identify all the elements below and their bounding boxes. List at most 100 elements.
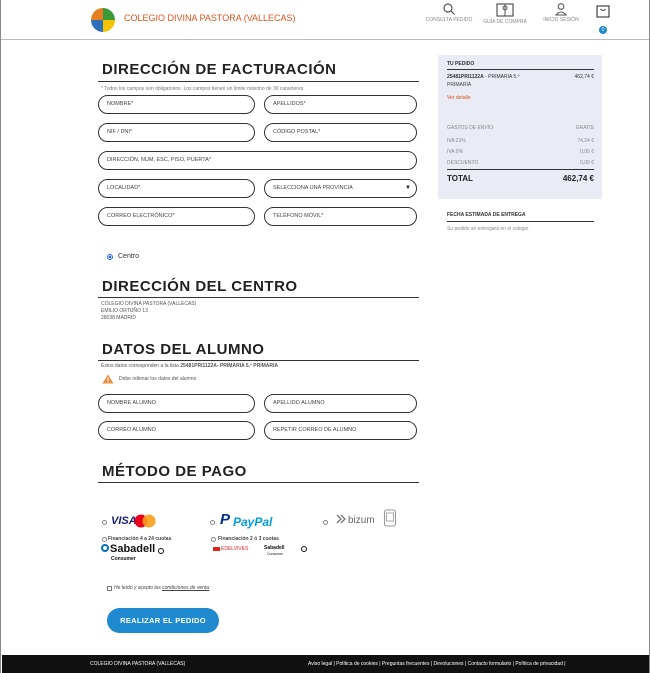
paypal-p-logo: P [220, 511, 231, 528]
school-name[interactable]: COLEGIO DIVINA PASTORA (VALLECAS) [124, 13, 296, 23]
list-name: 25481PRI1122A- PRIMARIA 5.º PRIMARIA [180, 363, 279, 369]
billing-title: DIRECCIÓN DE FACTURACIÓN [102, 61, 337, 78]
student-warning: Debe rellenar los datos del alumno [119, 376, 197, 382]
correo-field[interactable]: CORREO ELECTRÓNICO* [98, 207, 255, 226]
billing-divider [98, 81, 419, 82]
summary-item: 25481PRI1122A - PRIMARIA 5.º [447, 74, 519, 80]
terms-prefix: He leído y acepto las [114, 585, 161, 591]
mastercard-icon [134, 514, 156, 528]
total-value: 462,74 € [562, 174, 594, 183]
shipping-cost-value: GRATIS [575, 125, 594, 131]
total-divider [447, 169, 594, 170]
bizum-radio[interactable] [323, 520, 328, 525]
iva21-label: IVA 21% [447, 138, 466, 144]
localidad-field[interactable]: LOCALIDAD* [98, 179, 255, 198]
summary-item-desc2: PRIMARIA [447, 82, 472, 88]
paypal-logo: PayPal [233, 515, 273, 529]
sabadell-logo-icon [101, 544, 109, 552]
cart-count-badge: 0 [599, 26, 607, 34]
summary-item-code: 25481PRI1122A [447, 74, 484, 80]
centro-radio[interactable] [107, 254, 113, 260]
terms-label: He leído y acepto las condiciones de ven… [114, 585, 209, 592]
student-apellido-field[interactable]: APELLIDO ALUMNO [264, 394, 417, 413]
apellidos-field[interactable]: APELLIDOS* [264, 95, 417, 114]
site-footer: COLEGIO DIVINA PASTORA (VALLECAS) Aviso … [2, 655, 649, 673]
bizum-logo-icon [336, 514, 346, 524]
edelvives-logo: EDELVIVES [221, 546, 249, 552]
visa-radio[interactable] [102, 520, 107, 525]
delivery-title: FECHA ESTIMADA DE ENTREGA [447, 212, 526, 218]
nav-guia-compra[interactable]: GUÍA DE COMPRA [477, 2, 533, 25]
center-divider [98, 297, 419, 298]
center-line2: EMILIO ORTUÑO 13 [101, 308, 148, 314]
edelvives-icon [213, 547, 220, 551]
nav-inicio-sesion[interactable]: INICIO SESIÓN [533, 2, 589, 23]
centro-label: Centro [118, 253, 140, 260]
nav-label: CONSULTA PEDIDO [425, 17, 473, 23]
summary-divider [447, 69, 594, 70]
student-divider [98, 360, 419, 361]
nav-consulta-pedido[interactable]: CONSULTA PEDIDO [421, 2, 477, 23]
nombre-field[interactable]: NOMBRE* [98, 95, 255, 114]
payment-title: MÉTODO DE PAGO [102, 463, 247, 480]
checkout-page: COLEGIO DIVINA PASTORA (VALLECAS) CONSUL… [0, 0, 650, 673]
school-logo[interactable] [91, 8, 115, 32]
bizum-logo: bizum [348, 515, 375, 526]
bizum-phone-icon [383, 509, 397, 527]
shipping-cost-label: GASTOS DE ENVÍO [447, 125, 494, 131]
submit-order-button[interactable]: REALIZAR EL PEDIDO [107, 608, 219, 633]
sabadell-consumer-label: Consumer [111, 556, 136, 562]
summary-title: TU PEDIDO [447, 61, 475, 67]
footer-links[interactable]: Aviso legal | Política de cookies | Preg… [308, 661, 566, 667]
paypal-radio[interactable] [210, 520, 215, 525]
nif-field[interactable]: NIF / DNI* [98, 123, 255, 142]
terms-checkbox[interactable] [107, 586, 112, 591]
sabadell-small-consumer: Consumer [267, 552, 284, 556]
iva21-value: 74,24 € [577, 138, 594, 144]
book-icon [496, 3, 514, 17]
provincia-select[interactable]: SELECCIONA UNA PROVINCIA ▼ [264, 179, 417, 198]
sabadell-o-icon [158, 548, 164, 554]
summary-item-price: 462,74 € [574, 74, 594, 80]
iva0-value: 0,00 € [580, 149, 594, 155]
student-correo-field[interactable]: CORREO ALUMNO [98, 421, 255, 440]
discount-label: DESCUENTO [447, 160, 479, 166]
iva0-label: IVA 0% [447, 149, 464, 155]
nav-label: INICIO SESIÓN [543, 17, 579, 23]
financiacion-2-3-label: Financiación 2 ó 3 cuotas [218, 536, 279, 542]
discount-value: 0,00 € [580, 160, 594, 166]
financiacion-2-3-radio[interactable] [211, 537, 216, 542]
student-title: DATOS DEL ALUMNO [102, 341, 265, 358]
financiacion-4-24-label: Financiación 4 a 24 cuotas [108, 536, 172, 542]
center-line1: COLEGIO DIVINA PASTORA (VALLECAS) [101, 301, 197, 307]
nav-label: GUÍA DE COMPRA [483, 19, 527, 25]
total-label: TOTAL [447, 174, 473, 183]
billing-note: * Todos los campos son obligatorios. Los… [101, 86, 305, 92]
sabadell-small-o-icon [301, 546, 307, 552]
user-icon [554, 3, 568, 16]
provincia-select-value: SELECCIONA UNA PROVINCIA [273, 185, 353, 191]
center-line3: 28038 MADRID [101, 315, 137, 321]
delivery-divider [447, 221, 594, 222]
sabadell-logo: Sabadell [110, 543, 156, 555]
student-repetir-correo-field[interactable]: REPETIR CORREO DE ALUMNO [264, 421, 417, 440]
center-title: DIRECCIÓN DEL CENTRO [102, 278, 298, 295]
detail-link[interactable]: Ver detalle [447, 95, 471, 101]
direccion-field[interactable]: DIRECCIÓN, NUM, ESC, PISO, PUERTA* [98, 151, 417, 170]
search-icon [443, 3, 455, 15]
student-list-info: Estos datos corresponden a la lista 2548… [101, 363, 278, 370]
terms-link[interactable]: condiciones de venta [162, 585, 209, 591]
order-summary: TU PEDIDO 25481PRI1122A - PRIMARIA 5.º P… [438, 55, 602, 199]
list-prefix: Estos datos corresponden a la lista [101, 363, 179, 369]
financiacion-4-24-radio[interactable] [102, 537, 107, 542]
cart-icon[interactable] [596, 3, 610, 19]
warning-icon [102, 374, 114, 384]
telefono-field[interactable]: TELÉFONO MÓVIL* [264, 207, 417, 226]
summary-item-desc: - PRIMARIA 5.º [485, 74, 520, 80]
codigo-postal-field[interactable]: CÓDIGO POSTAL* [264, 123, 417, 142]
dropdown-arrow-icon: ▼ [405, 185, 411, 191]
delivery-text: Su pedido se entregará en el colegio [447, 226, 529, 232]
footer-school-name: COLEGIO DIVINA PASTORA (VALLECAS) [90, 661, 186, 667]
site-header: COLEGIO DIVINA PASTORA (VALLECAS) CONSUL… [1, 0, 649, 40]
student-nombre-field[interactable]: NOMBRE ALUMNO [98, 394, 255, 413]
